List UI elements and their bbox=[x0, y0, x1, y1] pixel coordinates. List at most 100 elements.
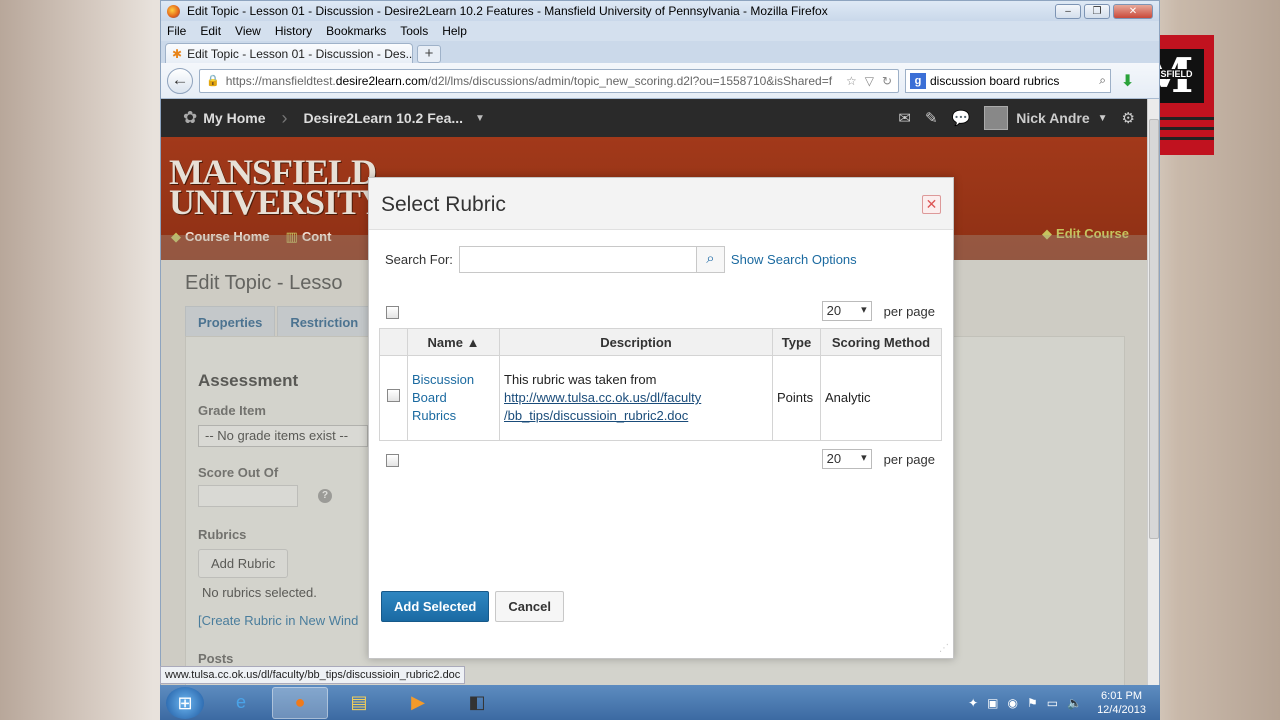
minimize-button[interactable]: – bbox=[1055, 3, 1081, 19]
url-prefix: https://mansfieldtest. bbox=[225, 73, 336, 88]
media-player-icon[interactable]: ▶ bbox=[390, 687, 446, 719]
ie-taskbar-icon[interactable]: e bbox=[213, 687, 269, 719]
menu-file[interactable]: File bbox=[167, 24, 186, 38]
select-all-checkbox-top[interactable] bbox=[386, 306, 399, 319]
select-rubric-dialog: Select Rubric ✕ Search For: ⌕ Show Searc… bbox=[368, 177, 954, 659]
menu-bookmarks[interactable]: Bookmarks bbox=[326, 24, 386, 38]
tab-title: Edit Topic - Lesson 01 - Discussion - De… bbox=[187, 46, 413, 61]
per-page-label-top: per page bbox=[883, 303, 935, 319]
description-link[interactable]: http://www.tulsa.cc.ok.us/dl/faculty /bb… bbox=[504, 389, 768, 425]
firefox-taskbar-icon[interactable]: ● bbox=[272, 686, 328, 719]
recorder-app-icon[interactable]: ◧ bbox=[449, 687, 505, 719]
system-clock[interactable]: 6:01 PM 12/4/2013 bbox=[1097, 689, 1146, 717]
message-icon[interactable]: ✉ bbox=[898, 109, 911, 127]
chevron-down-icon[interactable]: ▼ bbox=[475, 113, 485, 124]
pager-bottom: 20 per page bbox=[821, 449, 935, 469]
type-column-header: Type bbox=[772, 328, 821, 356]
close-icon[interactable]: ✕ bbox=[922, 195, 941, 214]
pager-top: 20 per page bbox=[821, 301, 935, 321]
university-logo: MANSFIELD UNIVERSITY bbox=[169, 154, 386, 222]
explorer-folder-icon[interactable]: ▤ bbox=[331, 687, 387, 719]
select-all-checkbox-bottom[interactable] bbox=[386, 454, 399, 467]
add-selected-button[interactable]: Add Selected bbox=[381, 591, 490, 622]
flower-icon: ✿ bbox=[183, 108, 198, 127]
search-label: Search For: bbox=[385, 252, 453, 267]
show-search-options-link[interactable]: Show Search Options bbox=[731, 252, 857, 267]
search-icon[interactable]: ⌕ bbox=[1099, 73, 1106, 88]
user-name: Nick Andre bbox=[1016, 110, 1090, 126]
menu-help[interactable]: Help bbox=[442, 24, 467, 38]
lock-icon: 🔒 bbox=[206, 75, 220, 87]
volume-icon[interactable]: 🔈 bbox=[1067, 696, 1082, 710]
back-button[interactable]: ← bbox=[167, 67, 193, 94]
tray-shield-icon[interactable]: ▣ bbox=[987, 696, 998, 710]
logo-line-2: UNIVERSITY bbox=[169, 182, 386, 222]
navigation-toolbar: ← 🔒 https://mansfieldtest. desire2learn.… bbox=[161, 63, 1159, 99]
reload-icon[interactable]: ↻ bbox=[882, 74, 892, 88]
subscription-icon[interactable]: ✎ bbox=[925, 109, 938, 127]
notification-icon[interactable]: 💬 bbox=[952, 109, 971, 127]
my-home-link[interactable]: My Home bbox=[203, 110, 265, 126]
vertical-scrollbar[interactable] bbox=[1147, 99, 1159, 685]
web-search-box[interactable]: g discussion board rubrics ⌕ bbox=[905, 68, 1111, 93]
dialog-title: Select Rubric bbox=[381, 193, 506, 216]
new-tab-button[interactable]: + bbox=[417, 45, 441, 63]
row-checkbox-cell bbox=[379, 355, 408, 441]
start-button[interactable]: ⊞ bbox=[166, 686, 204, 719]
per-page-select-top[interactable]: 20 bbox=[821, 301, 872, 321]
monitor-icon[interactable]: ▭ bbox=[1047, 696, 1058, 710]
description-link-line: http://www.tulsa.cc.ok.us/dl/faculty bbox=[504, 390, 702, 405]
chevron-right-icon: › bbox=[281, 107, 288, 128]
rubric-description-cell: This rubric was taken from http://www.tu… bbox=[499, 355, 773, 441]
menu-history[interactable]: History bbox=[275, 24, 312, 38]
rubric-search-input[interactable] bbox=[458, 246, 697, 273]
per-page-select-bottom[interactable]: 20 bbox=[821, 449, 872, 469]
description-link-line: /bb_tips/discussioin_rubric2.doc bbox=[504, 408, 689, 423]
url-domain: desire2learn.com bbox=[335, 73, 428, 88]
per-page-label-bottom: per page bbox=[883, 451, 935, 467]
checkbox-column-header bbox=[379, 328, 408, 356]
menu-edit[interactable]: Edit bbox=[200, 24, 221, 38]
description-column-header: Description bbox=[499, 328, 773, 356]
download-icon[interactable]: ⬇ bbox=[1121, 71, 1134, 91]
user-menu[interactable]: Nick Andre ▼ bbox=[984, 106, 1108, 130]
browser-tab[interactable]: ✱ Edit Topic - Lesson 01 - Discussion - … bbox=[165, 43, 413, 63]
rubric-name-cell: Biscussion Board Rubrics bbox=[407, 355, 500, 441]
tray-network-icon[interactable]: ◉ bbox=[1008, 696, 1018, 710]
gear-icon[interactable]: ⚙ bbox=[1122, 109, 1135, 127]
cancel-button[interactable]: Cancel bbox=[495, 591, 564, 622]
menu-tools[interactable]: Tools bbox=[400, 24, 428, 38]
browser-window: Edit Topic - Lesson 01 - Discussion - De… bbox=[160, 0, 1160, 686]
google-icon[interactable]: g bbox=[910, 72, 926, 89]
row-checkbox[interactable] bbox=[387, 389, 400, 402]
chevron-down-icon: ▼ bbox=[1097, 112, 1108, 124]
name-column-header[interactable]: Name ▲ bbox=[407, 328, 500, 356]
search-icon[interactable]: ⌕ bbox=[696, 246, 725, 273]
title-bar: Edit Topic - Lesson 01 - Discussion - De… bbox=[161, 1, 1159, 21]
bookmark-star-icon[interactable]: ☆ bbox=[846, 74, 857, 88]
search-row: Search For: ⌕ Show Search Options bbox=[385, 246, 857, 273]
rubric-name-link[interactable]: Biscussion Board Rubrics bbox=[412, 371, 495, 425]
d2l-page: ✿ My Home › Desire2Learn 10.2 Fea... ▼ ✉… bbox=[161, 99, 1147, 685]
windows-taskbar: ⊞ e ● ▤ ▶ ◧ ✦ ▣ ◉ ⚑ ▭ 🔈 6:01 PM 12/4/201… bbox=[160, 685, 1160, 720]
rubric-name-line: Board bbox=[412, 390, 447, 405]
url-bar[interactable]: 🔒 https://mansfieldtest. desire2learn.co… bbox=[199, 68, 899, 93]
dropdown-arrow-icon[interactable]: ▽ bbox=[865, 74, 874, 88]
menu-view[interactable]: View bbox=[235, 24, 261, 38]
scoring-method-column-header: Scoring Method bbox=[820, 328, 942, 356]
rubric-type-cell: Points bbox=[772, 355, 821, 441]
rubric-table: Name ▲ Description Type Scoring Method B… bbox=[379, 328, 942, 441]
flag-icon[interactable]: ⚑ bbox=[1027, 696, 1038, 710]
resize-grip-icon[interactable]: ⋰ bbox=[939, 643, 949, 654]
status-bar-url: www.tulsa.cc.ok.us/dl/faculty/bb_tips/di… bbox=[160, 666, 466, 684]
close-window-button[interactable]: ✕ bbox=[1113, 3, 1153, 19]
window-title: Edit Topic - Lesson 01 - Discussion - De… bbox=[187, 4, 828, 18]
restore-button[interactable]: ❐ bbox=[1084, 3, 1110, 19]
table-row: Biscussion Board Rubrics This rubric was… bbox=[379, 355, 942, 441]
tray-app-icon[interactable]: ✦ bbox=[968, 696, 978, 710]
clock-time: 6:01 PM bbox=[1101, 689, 1143, 702]
url-path: /d2l/lms/discussions/admin/topic_new_sco… bbox=[427, 73, 833, 88]
scrollbar-thumb[interactable] bbox=[1149, 119, 1159, 539]
description-text: This rubric was taken from bbox=[504, 372, 657, 387]
course-selector[interactable]: Desire2Learn 10.2 Fea... bbox=[303, 110, 463, 126]
